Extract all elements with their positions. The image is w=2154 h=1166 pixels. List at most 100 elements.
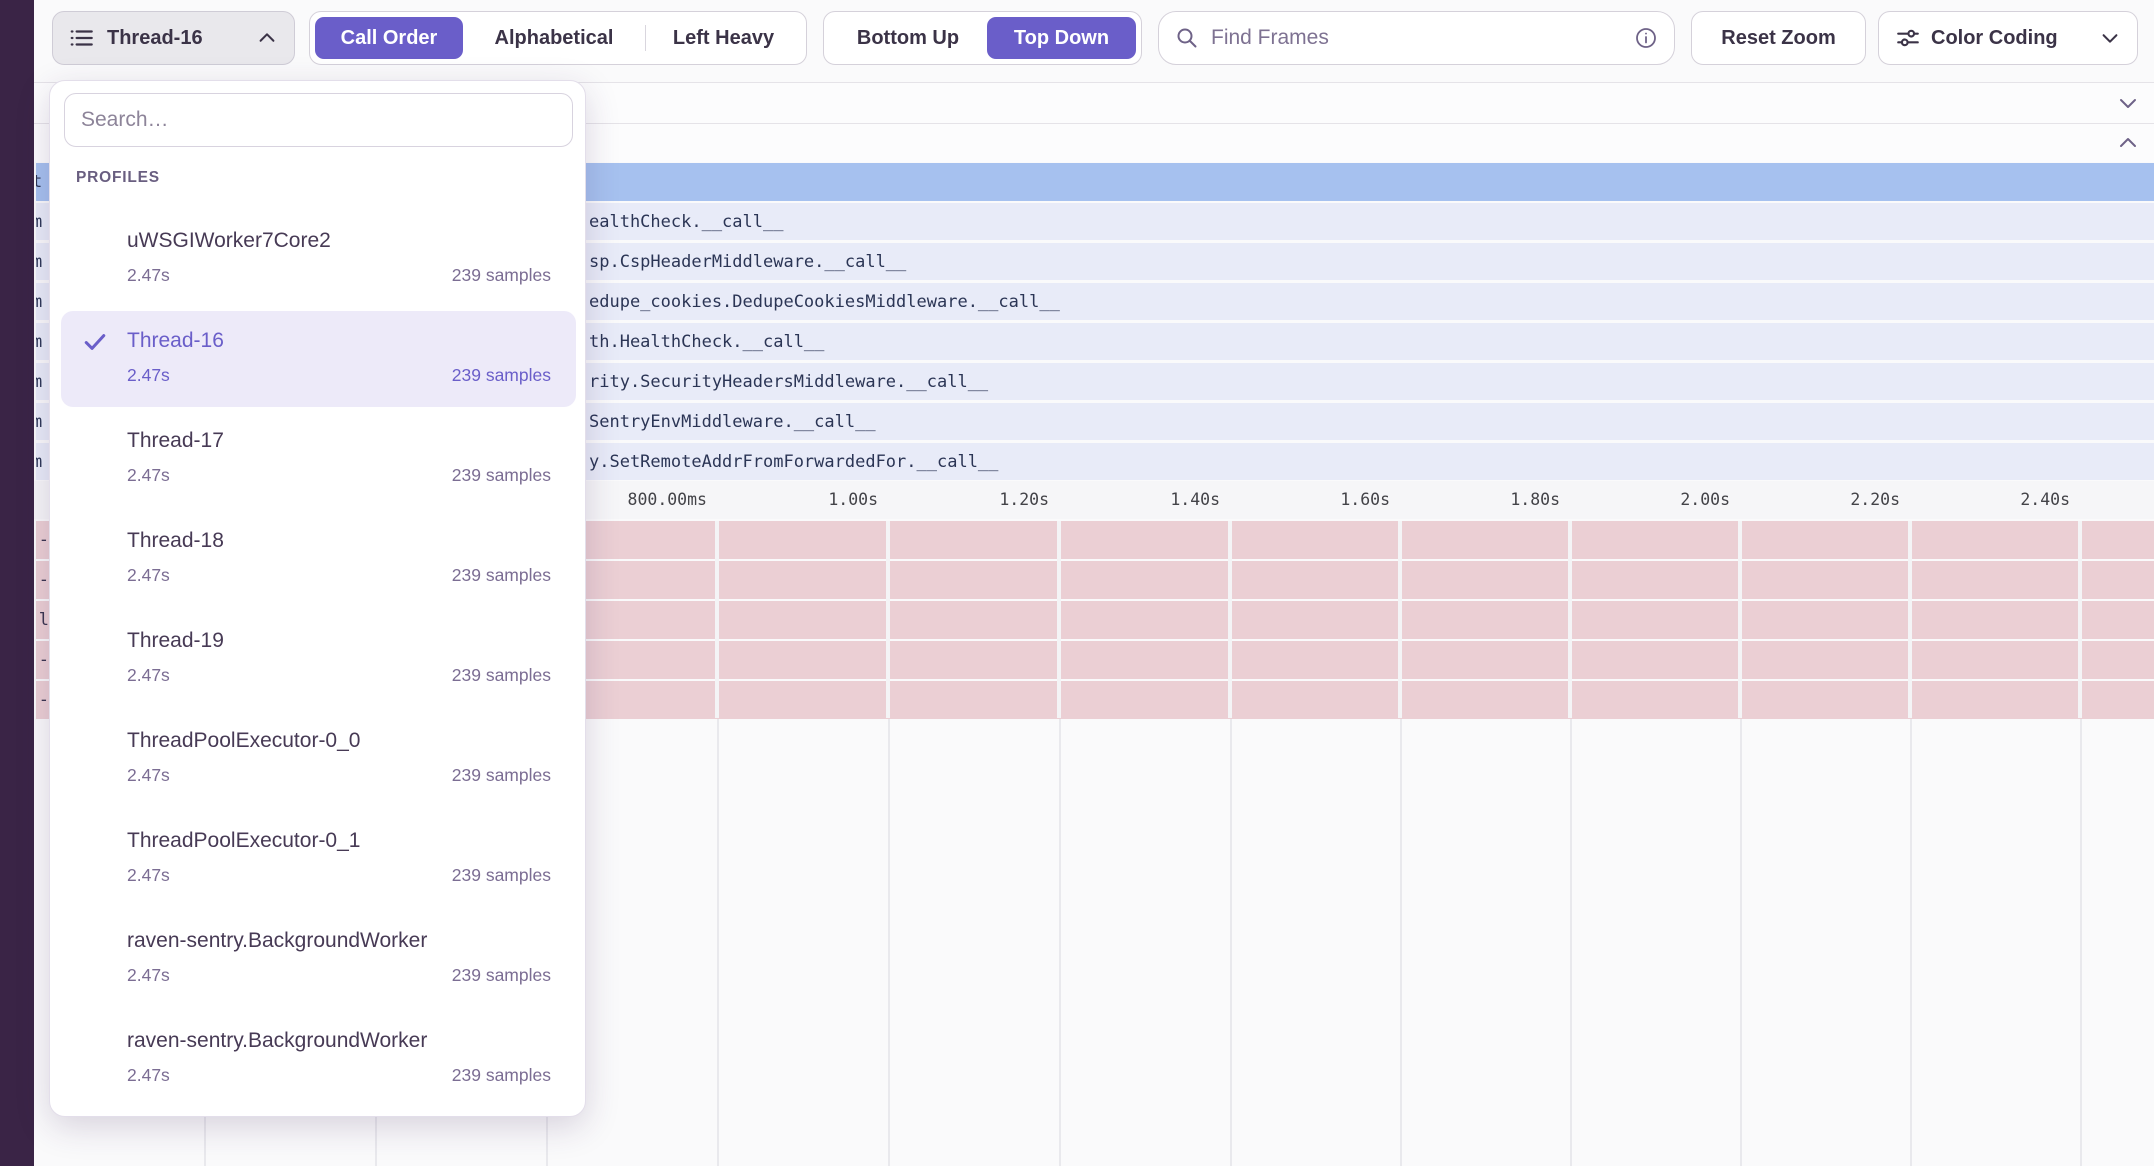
app-sidebar <box>0 0 34 1166</box>
find-frames-searchbox[interactable] <box>1158 11 1675 65</box>
checkmark-icon <box>81 328 109 356</box>
gridline <box>888 719 890 1166</box>
thread-option[interactable]: ThreadPoolExecutor-0_0 2.47s 239 samples <box>61 711 576 807</box>
thread-selector-label: Thread-16 <box>107 27 203 50</box>
thread-option-selected[interactable]: Thread-16 2.47s 239 samples <box>61 311 576 407</box>
tab-alphabetical[interactable]: Alphabetical <box>463 17 645 59</box>
frame-separator <box>886 521 890 718</box>
tab-bottom-up[interactable]: Bottom Up <box>829 17 987 59</box>
frame-label: th.HealthCheck.__call__ <box>589 323 824 360</box>
collapse-section-chevron-up-icon[interactable] <box>2116 131 2140 155</box>
frame-label: sp.CspHeaderMiddleware.__call__ <box>589 243 906 280</box>
find-frames-input[interactable] <box>1209 25 1634 51</box>
thread-option-name: Thread-16 <box>127 327 551 355</box>
direction-segmented-control: Bottom Up Top Down <box>823 11 1142 65</box>
thread-option-name: ThreadPoolExecutor-0_0 <box>127 727 551 755</box>
chevron-up-icon <box>256 27 278 49</box>
frame-separator <box>2078 521 2082 718</box>
thread-option-duration: 2.47s <box>127 663 170 687</box>
frame-label: y.SetRemoteAddrFromForwardedFor.__call__ <box>589 443 998 480</box>
time-axis-label: 1.40s <box>1070 481 1220 519</box>
time-axis-label: 1.00s <box>728 481 878 519</box>
frame-separator <box>1738 521 1742 718</box>
thread-option-samples: 239 samples <box>452 863 551 887</box>
time-axis-label: 1.20s <box>899 481 1049 519</box>
thread-option-name: Thread-19 <box>127 627 551 655</box>
profiles-section-label: PROFILES <box>76 169 160 187</box>
gridline <box>1910 719 1912 1166</box>
clipped-frame-text: m <box>36 203 49 240</box>
thread-option-duration: 2.47s <box>127 863 170 887</box>
clipped-frame-text: - <box>36 521 49 559</box>
frame-separator <box>1568 521 1572 718</box>
clipped-frame-text: m <box>36 243 49 280</box>
thread-option-samples: 239 samples <box>452 263 551 287</box>
time-axis-label: 1.80s <box>1410 481 1560 519</box>
clipped-frame-text: - <box>36 681 49 719</box>
thread-option[interactable]: raven-sentry.BackgroundWorker 2.47s 239 … <box>61 1011 576 1107</box>
thread-option[interactable]: Thread-19 2.47s 239 samples <box>61 611 576 707</box>
frame-separator <box>715 521 719 718</box>
thread-option-name: Thread-18 <box>127 527 551 555</box>
search-icon <box>1175 26 1199 50</box>
gridline <box>1059 719 1061 1166</box>
gridline <box>1740 719 1742 1166</box>
thread-option-samples: 239 samples <box>452 663 551 687</box>
thread-option-duration: 2.47s <box>127 363 170 387</box>
clipped-frame-text: m <box>36 443 49 480</box>
frame-separator <box>1228 521 1232 718</box>
thread-option-duration: 2.47s <box>127 263 170 287</box>
color-coding-button[interactable]: Color Coding <box>1878 11 2138 65</box>
thread-option[interactable]: Thread-18 2.47s 239 samples <box>61 511 576 607</box>
gridline <box>1230 719 1232 1166</box>
tab-top-down[interactable]: Top Down <box>987 17 1136 59</box>
clipped-frame-text: l <box>36 601 49 639</box>
gridline <box>2080 719 2082 1166</box>
thread-option-duration: 2.47s <box>127 1063 170 1087</box>
thread-option-samples: 239 samples <box>452 363 551 387</box>
thread-option[interactable]: Thread-17 2.47s 239 samples <box>61 411 576 507</box>
frame-separator <box>1057 521 1061 718</box>
sort-order-segmented-control: Call Order Alphabetical Left Heavy <box>309 11 807 65</box>
frame-label: ealthCheck.__call__ <box>589 203 783 240</box>
thread-list-icon <box>69 25 95 51</box>
thread-option-name: raven-sentry.BackgroundWorker <box>127 1027 551 1055</box>
frame-label: SentryEnvMiddleware.__call__ <box>589 403 876 440</box>
tab-left-heavy[interactable]: Left Heavy <box>646 17 801 59</box>
thread-option[interactable]: raven-sentry.BackgroundWorker 2.47s 239 … <box>61 911 576 1007</box>
time-axis-label: 1.60s <box>1240 481 1390 519</box>
thread-option-name: raven-sentry.BackgroundWorker <box>127 927 551 955</box>
time-axis-label: 2.40s <box>1920 481 2070 519</box>
thread-option-duration: 2.47s <box>127 763 170 787</box>
thread-option-name: Thread-17 <box>127 427 551 455</box>
dropdown-search-box[interactable] <box>64 93 573 147</box>
thread-option-duration: 2.47s <box>127 463 170 487</box>
thread-option[interactable]: ThreadPoolExecutor-0_1 2.47s 239 samples <box>61 811 576 907</box>
thread-option[interactable]: uWSGIWorker7Core2 2.47s 239 samples <box>61 211 576 307</box>
info-icon[interactable] <box>1634 26 1658 50</box>
thread-selector-button[interactable]: Thread-16 <box>52 11 295 65</box>
thread-option-duration: 2.47s <box>127 963 170 987</box>
clipped-frame-text: m <box>36 363 49 400</box>
gridline <box>1400 719 1402 1166</box>
dropdown-search-input[interactable] <box>79 107 558 133</box>
gridline <box>717 719 719 1166</box>
clipped-frame-text: m <box>36 323 49 360</box>
chevron-down-icon <box>2099 27 2121 49</box>
flamegraph-profiler: Thread-16 Call Order Alphabetical Left H… <box>0 0 2154 1166</box>
thread-option-samples: 239 samples <box>452 763 551 787</box>
color-coding-label: Color Coding <box>1931 27 2058 50</box>
clipped-frame-text: m <box>36 403 49 440</box>
thread-option-name: uWSGIWorker7Core2 <box>127 227 551 255</box>
clipped-frame-text: t <box>36 163 49 201</box>
time-axis-label: 2.00s <box>1580 481 1730 519</box>
frame-separator <box>1398 521 1402 718</box>
time-axis-label: 2.20s <box>1750 481 1900 519</box>
expand-section-chevron-down-icon[interactable] <box>2116 91 2140 115</box>
frame-label: edupe_cookies.DedupeCookiesMiddleware.__… <box>589 283 1060 320</box>
clipped-frame-text: - <box>36 641 49 679</box>
thread-option-samples: 239 samples <box>452 463 551 487</box>
reset-zoom-button[interactable]: Reset Zoom <box>1691 11 1866 65</box>
thread-option-samples: 239 samples <box>452 1063 551 1087</box>
tab-call-order[interactable]: Call Order <box>315 17 463 59</box>
